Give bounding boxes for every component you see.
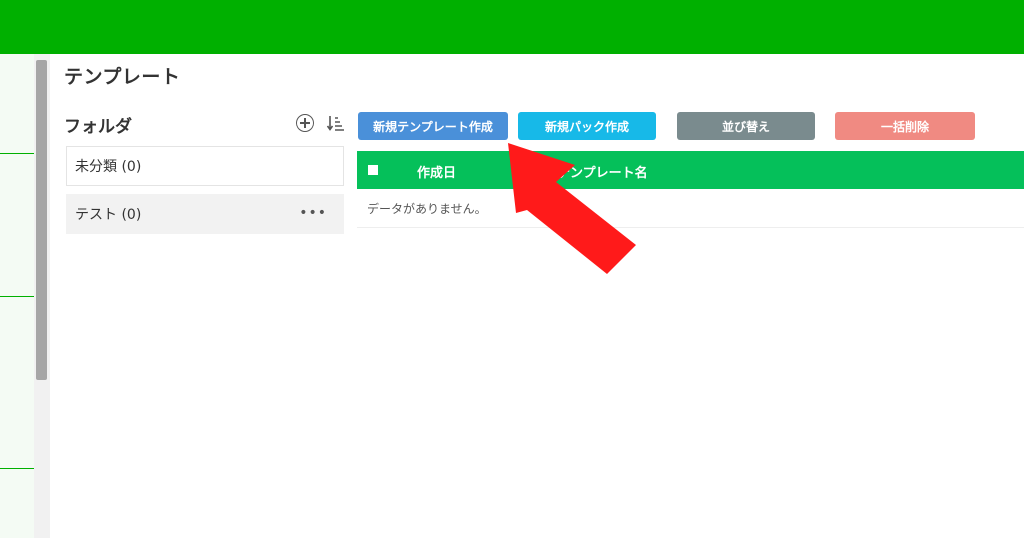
rail-divider bbox=[0, 468, 34, 469]
empty-table-row: データがありません。 bbox=[357, 189, 1024, 228]
column-header-template-name[interactable]: テンプレート名 bbox=[557, 162, 648, 181]
left-nav-rail bbox=[0, 54, 34, 538]
select-all-checkbox[interactable] bbox=[368, 165, 378, 175]
rail-divider bbox=[0, 153, 34, 154]
new-template-button[interactable]: 新規テンプレート作成 bbox=[358, 112, 508, 140]
top-bar bbox=[0, 0, 1024, 54]
new-pack-button[interactable]: 新規パック作成 bbox=[518, 112, 656, 140]
folder-item-uncategorized[interactable]: 未分類 (0) bbox=[66, 146, 344, 186]
empty-message: データがありません。 bbox=[367, 202, 487, 216]
table-header: 作成日 テンプレート名 bbox=[357, 151, 1024, 189]
bulk-delete-button[interactable]: 一括削除 bbox=[835, 112, 975, 140]
add-folder-icon[interactable] bbox=[296, 114, 314, 132]
page-title: テンプレート bbox=[64, 66, 181, 88]
sort-icon[interactable] bbox=[326, 113, 346, 133]
column-header-created-date[interactable]: 作成日 bbox=[417, 162, 456, 181]
more-icon[interactable]: ••• bbox=[299, 205, 327, 221]
rail-divider bbox=[0, 296, 34, 297]
scrollbar-thumb[interactable] bbox=[36, 60, 47, 380]
folder-list: 未分類 (0) テスト (0) ••• bbox=[66, 146, 344, 242]
sort-button[interactable]: 並び替え bbox=[677, 112, 815, 140]
folder-item-label: 未分類 (0) bbox=[75, 159, 142, 175]
folder-item-test[interactable]: テスト (0) ••• bbox=[66, 194, 344, 234]
folder-item-label: テスト (0) bbox=[75, 207, 142, 223]
folder-heading: フォルダ bbox=[64, 117, 132, 137]
